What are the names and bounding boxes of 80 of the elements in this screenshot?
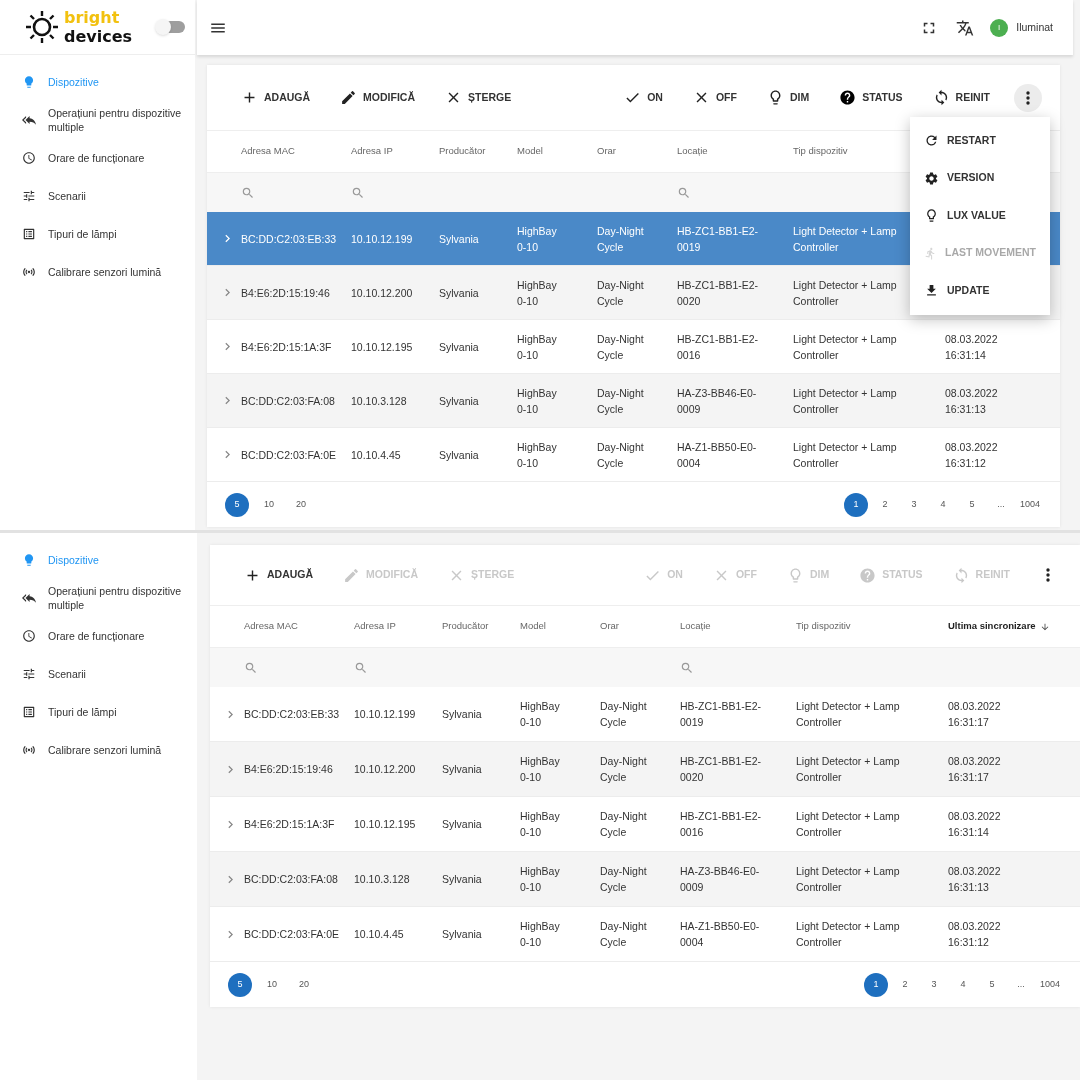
table-cell-text: HB-ZC1-BB1-E2-0020 [680, 754, 763, 785]
table-cell-text: Light Detector + Lamp Controller [793, 223, 898, 255]
table-cell-text: 08.03.2022 16:31:14 [945, 331, 999, 363]
table-cell-text: Light Detector + Lamp Controller [796, 809, 901, 840]
table-cell-text: 10.10.12.199 [351, 231, 413, 247]
table-cell-text: Sylvania [439, 393, 479, 409]
table-cell-text: HighBay 0-10 [517, 385, 558, 417]
table-cell-text: HighBay 0-10 [520, 864, 561, 895]
logo-text: devices [64, 27, 133, 46]
table-cell-text: 10.10.4.45 [354, 927, 404, 942]
table-cell-text: Light Detector + Lamp Controller [796, 919, 901, 950]
table-cell-text: 10.10.3.128 [354, 872, 410, 887]
table-cell-text: HighBay 0-10 [520, 754, 561, 785]
table-cell-text: 10.10.12.195 [354, 817, 416, 832]
table-cell-text: HighBay 0-10 [520, 699, 561, 730]
table-cell-text: Light Detector + Lamp Controller [793, 439, 898, 471]
table-cell-text: HA-Z1-BB50-E0-0004 [680, 919, 761, 950]
table-cell-text: BC:DD:C2:03:EB:33 [244, 707, 340, 722]
table-cell-text: 08.03.2022 16:31:17 [948, 699, 1002, 730]
table-cell-text: Sylvania [439, 447, 479, 463]
table-cell-text: HA-Z3-BB46-E0-0009 [680, 864, 761, 895]
table-cell-text: Sylvania [442, 927, 482, 942]
table-cell-text: HighBay 0-10 [517, 277, 558, 309]
table-cell-text: Day-Night Cycle [597, 439, 645, 471]
table-cell-text: Light Detector + Lamp Controller [796, 864, 901, 895]
table-cell-text: Sylvania [439, 285, 479, 301]
table-cell-text: Sylvania [442, 872, 482, 887]
table-cell-text: Day-Night Cycle [600, 699, 648, 730]
table-cell-text: 10.10.12.200 [354, 762, 416, 777]
table-cell-text: 10.10.12.200 [351, 285, 413, 301]
table-cell-text: Sylvania [442, 817, 482, 832]
table-cell-text: Day-Night Cycle [600, 864, 648, 895]
table-cell-text: Sylvania [442, 707, 482, 722]
table-cell-text: BC:DD:C2:03:FA:08 [241, 393, 335, 409]
logo-text: bright [64, 8, 121, 27]
table-cell-text: Light Detector + Lamp Controller [793, 331, 898, 363]
table-cell-text: Day-Night Cycle [597, 385, 645, 417]
table-cell-text: HB-ZC1-BB1-E2-0016 [677, 331, 760, 363]
table-cell-text: 08.03.2022 16:31:13 [945, 385, 999, 417]
table-cell-text: Day-Night Cycle [597, 223, 645, 255]
table-cell-text: BC:DD:C2:03:FA:0E [244, 927, 340, 942]
table-cell-text: 10.10.12.195 [351, 339, 413, 355]
table-cell-text: Sylvania [439, 339, 479, 355]
table-cell-text: 08.03.2022 16:31:12 [945, 439, 999, 471]
table-cell-text: Light Detector + Lamp Controller [796, 699, 901, 730]
table-cell-text: 10.10.3.128 [351, 393, 407, 409]
table-cell-text: 08.03.2022 16:31:12 [948, 919, 1002, 950]
table-cell-text: Day-Night Cycle [600, 754, 648, 785]
table-cell-text: 08.03.2022 16:31:14 [948, 809, 1002, 840]
table-cell-text: Day-Night Cycle [597, 331, 645, 363]
table-cell-text: HB-ZC1-BB1-E2-0019 [680, 699, 763, 730]
table-cell-text: HighBay 0-10 [520, 809, 561, 840]
table-cell-text: HA-Z3-BB46-E0-0009 [677, 385, 758, 417]
table-cell-text: HighBay 0-10 [520, 919, 561, 950]
table-cell-text: Day-Night Cycle [600, 809, 648, 840]
table-cell-text: Sylvania [442, 762, 482, 777]
table-cell-text: Light Detector + Lamp Controller [793, 277, 898, 309]
table-cell-text: 10.10.4.45 [351, 447, 401, 463]
table-cell-text: Day-Night Cycle [600, 919, 648, 950]
table-cell-text: B4:E6:2D:15:19:46 [241, 285, 330, 301]
table-cell-text: B4:E6:2D:15:1A:3F [244, 817, 335, 832]
table-cell-text: Sylvania [439, 231, 479, 247]
table-cell-text: HighBay 0-10 [517, 223, 558, 255]
table-cell-text: B4:E6:2D:15:19:46 [244, 762, 333, 777]
table-cell-text: B4:E6:2D:15:1A:3F [241, 339, 332, 355]
table-cell-text: HighBay 0-10 [517, 439, 558, 471]
table-cell-text: BC:DD:C2:03:FA:0E [241, 447, 337, 463]
table-cell-text: Light Detector + Lamp Controller [793, 385, 898, 417]
table-cell-text: HighBay 0-10 [517, 331, 558, 363]
table-cell-text: BC:DD:C2:03:FA:08 [244, 872, 338, 887]
table-cell-text: 10.10.12.199 [354, 707, 416, 722]
table-cell-text: Day-Night Cycle [597, 277, 645, 309]
table-cell-text: HB-ZC1-BB1-E2-0020 [677, 277, 760, 309]
table-cell-text: Light Detector + Lamp Controller [796, 754, 901, 785]
table-cell-text: 08.03.2022 16:31:17 [948, 754, 1002, 785]
table-cell-text: HA-Z1-BB50-E0-0004 [677, 439, 758, 471]
table-cell-text: 08.03.2022 16:31:13 [948, 864, 1002, 895]
table-cell-text: BC:DD:C2:03:EB:33 [241, 231, 337, 247]
table-cell-text: HB-ZC1-BB1-E2-0016 [680, 809, 763, 840]
table-cell-text: HB-ZC1-BB1-E2-0019 [677, 223, 760, 255]
